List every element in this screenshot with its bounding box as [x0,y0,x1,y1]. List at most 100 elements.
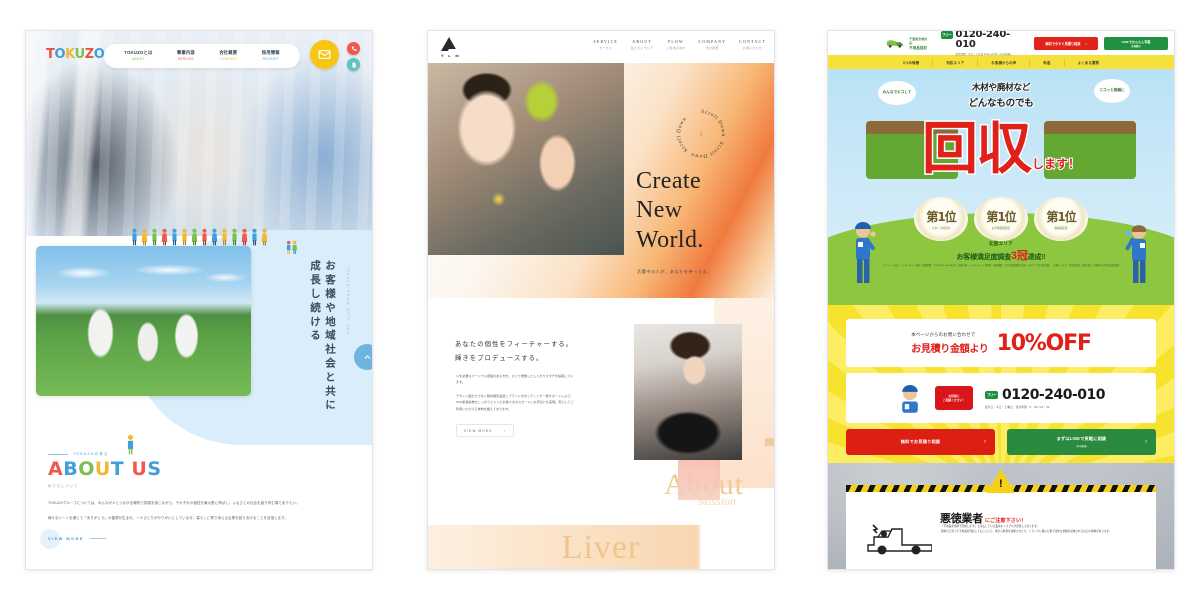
promo-callout: お気軽に ご相談ください！ [934,386,973,410]
chevron-right-icon: › [503,428,506,433]
about-body: いま必要なパーソナル価値のある方を、ひとり想像したしっかりカタチを提案しています… [456,373,576,412]
triangle-mountain-icon [441,37,461,55]
menu-item-faq[interactable]: よくある質問 [1065,60,1113,65]
hero-headline: 木材や廃材など どんなものでも [828,81,1174,109]
hero-subtitle: 活躍中の人が、あなたを待ってる。 [637,269,712,274]
logo-letter: K [65,47,75,62]
warning-heading-red: にご注意下さい！ [984,518,1027,524]
free-dial-badge: フリー [940,31,953,40]
menu-item-price[interactable]: 料金 [1030,60,1063,65]
discount-card: 本ページからのお問い合わせで お見積り金額より 10%OFF [846,319,1156,367]
hero-big-word-suffix: します！ [1031,156,1081,172]
about-paragraph: 様々なシーンを通じて「ありがとう」の循環が生まれ、一人ひとりがやりがいとしている… [48,516,288,521]
view-more-button[interactable]: VIEW MORE [40,529,350,550]
nav-item-company[interactable]: 会社概要 COMPANY [219,50,237,61]
header-line-label-2: お見積り [1131,44,1141,48]
chevron-right-icon: › [1145,439,1147,445]
discount-percent: 10%OFF [996,330,1092,356]
header-line-button[interactable]: LINEでかんたん写真 お見積り [1104,36,1169,50]
promo-phone-block: フリー 0120-240-010 受付日｜平日・土曜日 受付時間｜9：00〜24… [984,388,1106,409]
medal-1: 第1位 スタッフ対応力 [914,197,968,241]
worker-avatar-icon [902,385,918,413]
header-estimate-label: 無料で今すぐ見積り相談 [1045,41,1081,46]
phone-number: 0120-240-010 [955,30,1011,51]
promo-phone-card[interactable]: お気軽に ご相談ください！ フリー 0120-240-010 受付日｜平日・土曜… [846,373,1156,423]
decorative-word-script: Mission [697,494,736,508]
nav-item-about[interactable]: TOKUZOとは ABOUT [124,50,152,61]
website-mockup-ylm[interactable]: Y L M SERVICE サービス ABOUT 私たちについて FLOW ご利… [427,30,775,570]
panel2-navbar[interactable]: SERVICE サービス ABOUT 私たちについて FLOW ご利用の流れ C… [593,40,766,50]
header-estimate-button[interactable]: 無料で今すぐ見積り相談 › [1034,36,1099,50]
promo-line-button[interactable]: まずはLINEで気軽に相談 （年中無休） › [1007,429,1156,455]
view-more-label: VIEW MORE [464,428,493,433]
discount-text: 本ページからのお問い合わせで お見積り金額より [911,331,989,355]
panel3-header: 千葉県全域対応 不用品回収 フリー 0120-240-010 受付時間：平日・土… [828,30,1174,56]
panel3-menubar[interactable]: 3つの特徴 対応エリア お客様からの声 料金 よくある質問 [828,55,1174,69]
nav-item-recruit[interactable]: 採用情報 RECRUIT [262,50,280,61]
hero-big-word-text: 回収 [920,117,1033,182]
about-portrait-photo [634,324,742,460]
logo-line-2: 不用品回収 [909,45,928,50]
nav-item-flow[interactable]: FLOW ご利用の流れ [666,40,685,50]
about-heading-line: 輝きをプロデュースする。 [455,354,544,362]
medal-2: 第1位 お手軽感満足度 [974,197,1028,241]
promo-line-label-2: （年中無休） [1074,444,1089,448]
logo-line-1: 千葉県全域対応 [909,36,928,45]
menu-item-features[interactable]: 3つの特徴 [890,60,932,65]
website-mockup-tokuzo[interactable]: TOKUZO TOKUZOとは ABOUT 事業内容 SERVICE 会社概要 … [25,30,373,570]
warning-triangle-icon [987,469,1015,493]
promo-estimate-button[interactable]: 無料でお見積り相談 › [846,429,995,455]
nav-item-service[interactable]: SERVICE サービス [593,40,618,50]
menu-item-voices[interactable]: お客様からの声 [978,60,1029,65]
worker-illustration-right [1125,225,1147,283]
philosophy-subtext: TOKUZO GROW WITH YOU [346,266,350,336]
panel3-promo-section: 本ページからのお問い合わせで お見積り金額より 10%OFF お気軽に ご相談く… [828,305,1174,463]
nav-item-about[interactable]: ABOUT 私たちについて [631,40,653,50]
hero-title-line: New [636,197,683,224]
panel1-hero: TOKUZO TOKUZOとは ABOUT 事業内容 SERVICE 会社概要 … [26,31,372,246]
hero-title-line: World. [636,226,704,253]
mail-icon[interactable] [310,40,339,69]
warning-heading-bold: 悪徳業者 [940,513,983,525]
hero-headline-line-2: どんなものでも [968,98,1034,109]
logo-text: 千葉県全域対応 不用品回収 [909,37,928,50]
promo-line-label-1: まずはLINEで気軽に相談 [1056,436,1107,442]
nav-item-contact[interactable]: CONTACT お問い合わせ [739,40,766,50]
nav-item-service[interactable]: 事業内容 SERVICE [177,50,195,61]
medal-3: 第1位 価格満足度 [1034,197,1088,241]
chevron-right-icon: › [984,439,986,445]
hero-portrait-photo [428,63,624,255]
screenshot-stage: TOKUZO TOKUZOとは ABOUT 事業内容 SERVICE 会社概要 … [0,0,1200,600]
view-more-button[interactable]: VIEW MORE › [456,424,514,437]
promo-button-row[interactable]: 無料でお見積り相談 › まずはLINEで気軽に相談 （年中無休） › [846,429,1156,455]
scroll-down-circle[interactable]: Scroll Down Scroll Down Scroll Down ↓ [672,105,730,163]
phone-icon[interactable] [347,42,360,55]
panel1-navbar[interactable]: TOKUZOとは ABOUT 事業内容 SERVICE 会社概要 COMPANY… [104,44,300,68]
ribbon-main: お客様満足度調査3冠達成!! [956,250,1046,262]
discount-line-2: お見積り金額より [911,343,989,355]
promo-phone-hours: 受付日｜平日・土曜日 受付時間｜9：00〜24：00 [984,405,1050,409]
panel2-hero: Scroll Down Scroll Down Scroll Down ↓ Cr… [428,63,774,298]
nav-item-company[interactable]: COMPANY 会社概要 [699,40,727,50]
document-icon[interactable] [347,58,360,71]
phone-block: 0120-240-010 受付時間：平日・土日祝 9:00〜24:00（年中無休… [955,30,1025,56]
panel3-warning-section: 悪徳業者にご注意下さい！ 「不用品を無料で回収します」と宣伝している業者のトラブ… [828,463,1174,569]
ylm-logo[interactable]: Y L M [441,37,461,58]
chevron-up-icon[interactable] [354,344,372,370]
warning-paragraph: 無料だと思って不用品を回収してもらったら、後から料金を請求されたり、トラックに積… [941,529,1112,533]
about-heading-ja: 私たちについて [48,484,79,488]
discount-line-1: 本ページからのお問い合わせで [911,331,976,337]
panel1-about-section: TOKUZOの考え ABOUT US 私たちについて TOKUZOグループについ… [26,434,372,550]
pickup-truck-icon [867,524,932,555]
website-mockup-kaishu[interactable]: 千葉県全域対応 不用品回収 フリー 0120-240-010 受付時間：平日・土… [827,30,1175,570]
about-heading-line: あなたの個性をフィーチャーする。 [455,341,574,348]
header-phone[interactable]: フリー 0120-240-010 受付時間：平日・土日祝 9:00〜24:00（… [940,30,1025,56]
people-illustration-row [26,218,372,246]
menu-item-area[interactable]: 対応エリア [933,60,977,65]
kaishu-logo[interactable]: 千葉県全域対応 不用品回収 [886,37,929,50]
side-tag[interactable] [765,438,774,446]
tokuzo-logo[interactable]: TOKUZO [46,47,105,62]
phone-hours: 受付時間：平日・土日祝 9:00〜24:00（年中無休） [955,52,1013,56]
promo-estimate-label: 無料でお見積り相談 [900,439,941,444]
view-more-label: VIEW MORE [48,536,84,542]
